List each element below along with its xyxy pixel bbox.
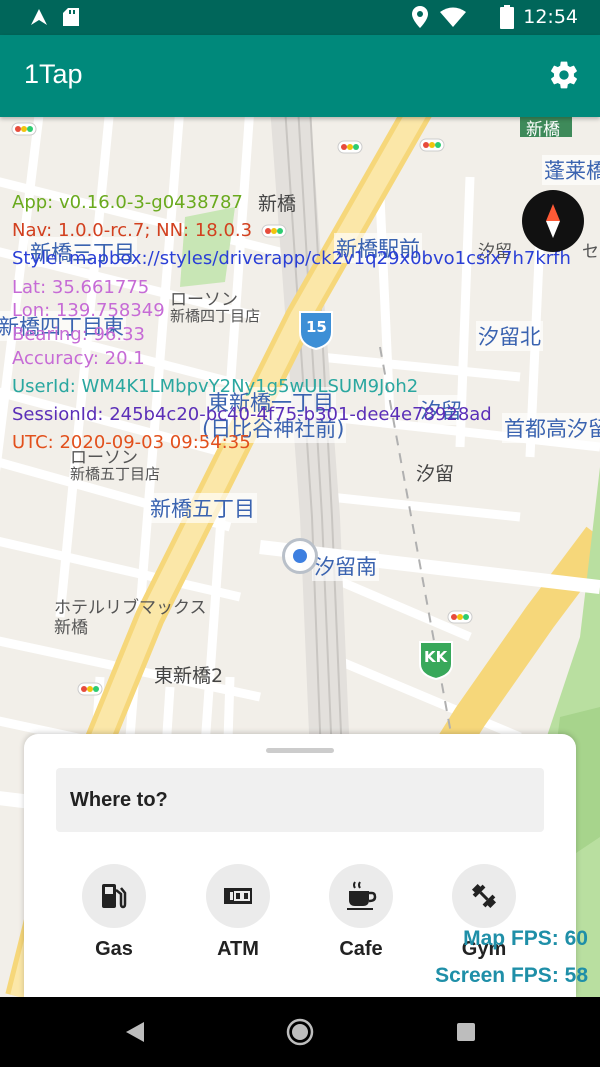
app-title: 1Tap xyxy=(24,59,83,89)
dumbbell-icon xyxy=(471,883,497,909)
app-bar: 1Tap xyxy=(0,35,600,117)
route-15-label: 15 xyxy=(306,318,327,336)
map-label-shimbashi5: 新橋五丁目 xyxy=(148,493,257,523)
clock: 12:54 xyxy=(523,6,578,28)
map-label-higashishimbashi2: 東新橋2 xyxy=(154,665,224,687)
search-box[interactable] xyxy=(56,768,544,832)
kk-shield-label: KK xyxy=(424,648,448,666)
sd-card-icon xyxy=(63,8,79,26)
compass-icon xyxy=(546,204,560,238)
compass-button[interactable] xyxy=(522,190,584,252)
debug-lat: Lat: 35.661775 xyxy=(12,277,150,298)
debug-nav-version: Nav: 1.0.0-rc.7; NN: 18.0.3 xyxy=(12,220,253,241)
destination-search-input[interactable] xyxy=(56,768,544,832)
debug-user-id: UserId: WM4K1LMbpvY2Ny1g5wULSUM9Joh2 xyxy=(12,376,419,397)
map-label-lawson2-sub: 新橋五丁目店 xyxy=(70,465,161,483)
debug-session-id: SessionId: 245b4c20-bc40-4f75-b301-dee4e… xyxy=(12,404,492,425)
bottom-sheet: Gas ATM Cafe xyxy=(24,734,576,997)
category-gas-circle xyxy=(82,864,146,928)
category-atm-button[interactable]: ATM xyxy=(178,864,298,961)
wifi-icon xyxy=(440,7,466,27)
debug-accuracy: Accuracy: 20.1 xyxy=(12,348,145,369)
system-nav-bar xyxy=(0,997,600,1067)
status-bar: 12:54 xyxy=(0,0,600,35)
user-location-puck xyxy=(282,538,318,574)
recents-icon[interactable] xyxy=(456,1022,476,1042)
category-atm-label: ATM xyxy=(217,938,259,960)
debug-app-version: App: v0.16.0-3-g0438787 xyxy=(12,192,243,213)
category-cafe-circle xyxy=(329,864,393,928)
map-label-shimbashi-top: 新橋 xyxy=(526,120,560,140)
battery-icon xyxy=(500,5,514,29)
debug-lon: Lon: 139.758349 xyxy=(12,300,165,321)
debug-bearing: Bearing: 96.33 xyxy=(12,324,146,345)
debug-style-url: Style: mapbox://styles/driverapp/ck2v1q2… xyxy=(12,248,571,269)
category-gas-label: Gas xyxy=(95,938,133,960)
map-label-hotel-sub: 新橋 xyxy=(54,618,88,638)
home-icon[interactable] xyxy=(286,1018,314,1046)
category-gym-circle xyxy=(452,864,516,928)
map-label-shimbashi: 新橋 xyxy=(258,193,297,215)
map-fps-readout: Map FPS: 60 xyxy=(463,927,588,950)
coffee-icon xyxy=(347,881,377,910)
category-atm-circle xyxy=(206,864,270,928)
map-label-horaibashi: 蓬莱橋 xyxy=(542,155,600,185)
atm-icon xyxy=(224,888,252,904)
sheet-drag-handle[interactable] xyxy=(266,748,334,753)
screen-fps-readout: Screen FPS: 58 xyxy=(435,964,588,987)
back-icon[interactable] xyxy=(124,1020,146,1044)
gear-icon[interactable] xyxy=(548,59,580,91)
map-label-shiodome-north: 汐留北 xyxy=(476,321,543,351)
debug-utc: UTC: 2020-09-03 09:54:35 xyxy=(12,432,251,453)
category-cafe-button[interactable]: Cafe xyxy=(301,864,421,961)
location-icon xyxy=(412,6,428,28)
map-label-shiodome-station: 汐留 xyxy=(416,463,455,485)
category-gas-button[interactable]: Gas xyxy=(54,864,174,961)
map-label-shutoko: 首都高汐留 xyxy=(502,413,600,443)
map-label-shiodome-south: 汐留南 xyxy=(312,551,379,581)
category-cafe-label: Cafe xyxy=(339,938,383,960)
gas-station-icon xyxy=(102,884,127,909)
map-label-se: セ xyxy=(582,242,599,262)
map-label-lawson1-sub: 新橋四丁目店 xyxy=(170,307,261,325)
navigation-icon xyxy=(31,9,47,25)
